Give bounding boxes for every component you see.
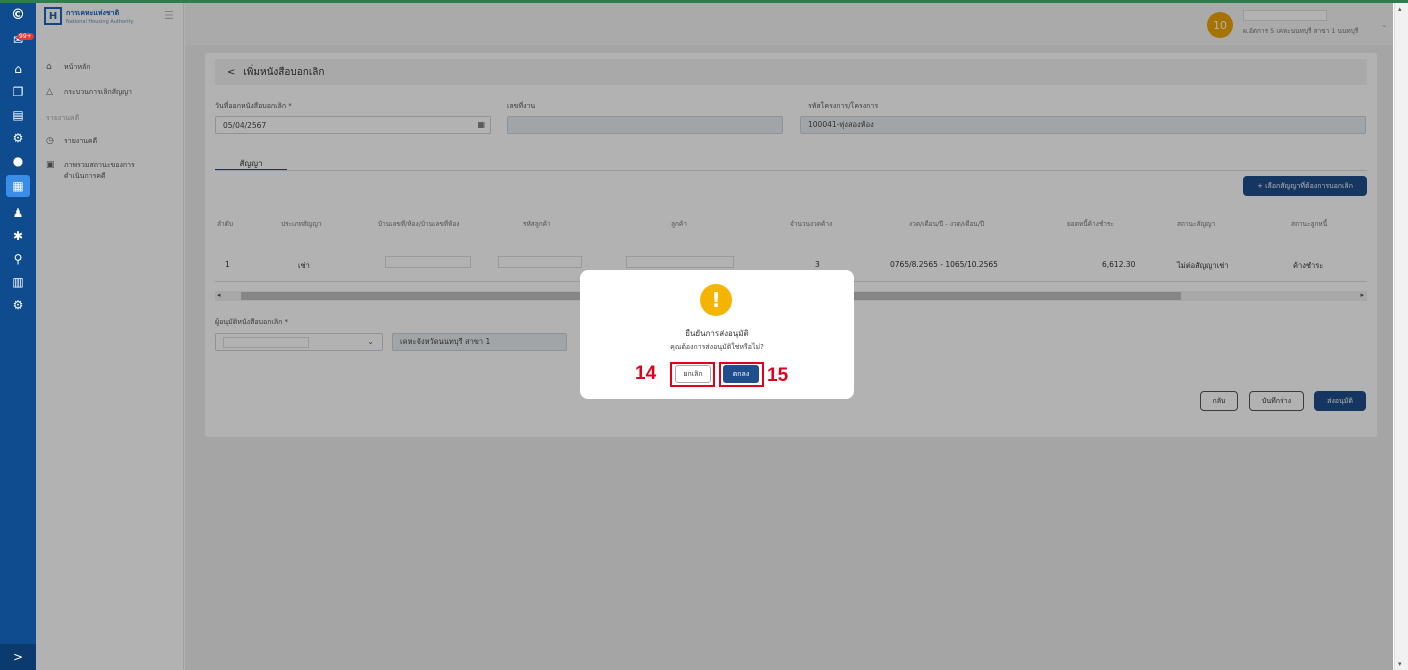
cogs-icon[interactable]: ⚙ <box>0 295 36 315</box>
settings-icon[interactable]: ✱ <box>0 226 36 246</box>
confirm-dialog: ! ยืนยันการส่งอนุมัติ คุณต้องการส่งอนุมั… <box>580 270 854 399</box>
warning-icon: ! <box>700 284 732 316</box>
user-icon[interactable]: ● <box>0 151 36 171</box>
search-icon[interactable]: ⚲ <box>0 249 36 269</box>
highlight-cancel <box>670 362 715 387</box>
dashboard-icon[interactable]: ▦ <box>6 175 30 197</box>
gear-icon[interactable]: ⚙ <box>0 128 36 148</box>
step-number-14: 14 <box>635 363 657 384</box>
logo-icon[interactable]: © <box>0 5 36 25</box>
scroll-up-icon[interactable]: ▴ <box>1398 5 1402 13</box>
notification-badge: 99+ <box>17 33 34 40</box>
dialog-title: ยืนยันการส่งอนุมัติ <box>685 329 749 338</box>
app-window: © ✉ 99+ ⌂ ❐ ▤ ⚙ ● ▦ ♟ ✱ ⚲ ▥ ⚙ > H การเคห… <box>0 0 1408 670</box>
home-icon[interactable]: ⌂ <box>0 59 36 79</box>
copy-icon[interactable]: ❐ <box>0 82 36 102</box>
chart-icon[interactable]: ▥ <box>0 272 36 292</box>
icon-bar: © ✉ 99+ ⌂ ❐ ▤ ⚙ ● ▦ ♟ ✱ ⚲ ▥ ⚙ > <box>0 3 36 670</box>
expand-sidebar-button[interactable]: > <box>0 644 36 670</box>
dialog-message: คุณต้องการส่งอนุมัติใช่หรือไม่? <box>670 343 764 351</box>
vertical-scrollbar[interactable]: ▴ ▾ <box>1394 3 1408 670</box>
highlight-ok <box>719 362 764 387</box>
file-icon[interactable]: ▤ <box>0 105 36 125</box>
step-number-15: 15 <box>767 365 789 386</box>
scroll-down-icon[interactable]: ▾ <box>1398 660 1402 668</box>
group-icon[interactable]: ♟ <box>0 203 36 223</box>
